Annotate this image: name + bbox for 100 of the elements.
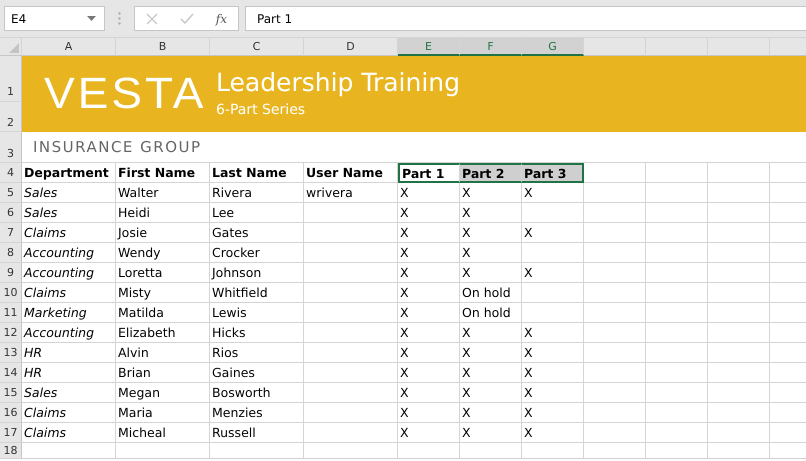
row-header[interactable]: 15 xyxy=(0,383,22,403)
empty-cell[interactable] xyxy=(584,183,646,203)
empty-cell[interactable] xyxy=(646,343,708,363)
empty-cell[interactable] xyxy=(304,323,398,343)
empty-cell[interactable] xyxy=(646,263,708,283)
empty-cell[interactable] xyxy=(584,323,646,343)
empty-cell[interactable] xyxy=(646,183,708,203)
row-header[interactable]: 2 xyxy=(0,102,22,132)
empty-cell[interactable] xyxy=(708,183,770,203)
empty-cell[interactable] xyxy=(708,323,770,343)
empty-cell[interactable] xyxy=(304,223,398,243)
empty-cell[interactable] xyxy=(584,203,646,223)
empty-cell[interactable] xyxy=(584,283,646,303)
column-header[interactable] xyxy=(584,38,646,56)
row-header[interactable]: 7 xyxy=(0,223,22,243)
formula-bar[interactable]: Part 1 xyxy=(245,6,806,31)
column-header[interactable] xyxy=(708,38,770,56)
column-header[interactable] xyxy=(646,38,708,56)
column-header[interactable]: C xyxy=(210,38,304,56)
column-header[interactable]: F xyxy=(460,38,522,56)
empty-cell[interactable] xyxy=(646,243,708,263)
empty-cell[interactable] xyxy=(646,403,708,423)
row-header[interactable]: 12 xyxy=(0,323,22,343)
empty-cell[interactable] xyxy=(708,343,770,363)
row-header[interactable]: 5 xyxy=(0,183,22,203)
caret-icon[interactable] xyxy=(87,16,96,21)
row-header[interactable]: 9 xyxy=(0,263,22,283)
header-cell[interactable]: Part 1 xyxy=(398,163,460,183)
empty-cell[interactable] xyxy=(304,243,398,263)
header-cell[interactable]: First Name xyxy=(116,163,210,183)
select-all-icon[interactable] xyxy=(9,43,19,53)
row-header[interactable]: 18 xyxy=(0,443,22,459)
header-cell[interactable]: Last Name xyxy=(210,163,304,183)
empty-cell[interactable] xyxy=(304,263,398,283)
row-header[interactable]: 4 xyxy=(0,163,22,183)
empty-cell[interactable] xyxy=(584,383,646,403)
empty-cell[interactable] xyxy=(708,383,770,403)
row-header[interactable]: 16 xyxy=(0,403,22,423)
empty-cell[interactable] xyxy=(304,423,398,443)
empty-cell[interactable] xyxy=(304,203,398,223)
empty-cell[interactable] xyxy=(708,303,770,323)
empty-cell[interactable] xyxy=(708,263,770,283)
empty-cell[interactable] xyxy=(210,443,304,459)
empty-cell[interactable] xyxy=(646,283,708,303)
empty-cell[interactable] xyxy=(522,303,584,323)
insert-function-button[interactable]: fx xyxy=(216,12,228,26)
row-header[interactable]: 13 xyxy=(0,343,22,363)
row-header[interactable]: 3 xyxy=(0,132,22,163)
empty-cell[interactable] xyxy=(646,163,708,183)
empty-cell[interactable] xyxy=(304,383,398,403)
name-box[interactable]: E4 xyxy=(4,6,105,31)
empty-cell[interactable] xyxy=(584,403,646,423)
empty-cell[interactable] xyxy=(646,423,708,443)
empty-cell[interactable] xyxy=(708,423,770,443)
empty-cell[interactable] xyxy=(708,443,770,459)
empty-cell[interactable] xyxy=(522,243,584,263)
row-header[interactable]: 8 xyxy=(0,243,22,263)
empty-cell[interactable] xyxy=(646,383,708,403)
empty-cell[interactable] xyxy=(646,223,708,243)
empty-cell[interactable] xyxy=(460,443,522,459)
empty-cell[interactable] xyxy=(708,283,770,303)
column-header[interactable]: D xyxy=(304,38,398,56)
empty-cell[interactable] xyxy=(708,203,770,223)
empty-cell[interactable] xyxy=(708,363,770,383)
header-cell[interactable]: Department xyxy=(22,163,116,183)
empty-cell[interactable] xyxy=(584,263,646,283)
empty-cell[interactable] xyxy=(646,303,708,323)
empty-cell[interactable] xyxy=(646,363,708,383)
row-header[interactable]: 11 xyxy=(0,303,22,323)
empty-cell[interactable] xyxy=(522,283,584,303)
row-header[interactable]: 17 xyxy=(0,423,22,443)
row-header[interactable]: 10 xyxy=(0,283,22,303)
column-header[interactable]: B xyxy=(116,38,210,56)
header-cell[interactable]: Part 2 xyxy=(460,163,522,183)
empty-cell[interactable] xyxy=(584,443,646,459)
empty-cell[interactable] xyxy=(304,303,398,323)
column-header[interactable]: A xyxy=(22,38,116,56)
row-header[interactable]: 14 xyxy=(0,363,22,383)
column-header[interactable]: G xyxy=(522,38,584,56)
empty-cell[interactable] xyxy=(584,243,646,263)
empty-cell[interactable] xyxy=(522,203,584,223)
empty-cell[interactable] xyxy=(304,443,398,459)
header-cell[interactable]: Part 3 xyxy=(522,163,584,183)
empty-cell[interactable] xyxy=(708,243,770,263)
empty-cell[interactable] xyxy=(646,443,708,459)
empty-cell[interactable] xyxy=(522,443,584,459)
empty-cell[interactable] xyxy=(584,423,646,443)
empty-cell[interactable] xyxy=(116,443,210,459)
row-header[interactable]: 6 xyxy=(0,203,22,223)
column-header[interactable]: E xyxy=(398,38,460,56)
empty-cell[interactable] xyxy=(708,403,770,423)
empty-cell[interactable] xyxy=(304,343,398,363)
empty-cell[interactable] xyxy=(584,223,646,243)
empty-cell[interactable] xyxy=(304,403,398,423)
empty-cell[interactable] xyxy=(646,203,708,223)
empty-cell[interactable] xyxy=(584,343,646,363)
empty-cell[interactable] xyxy=(398,443,460,459)
empty-cell[interactable] xyxy=(708,223,770,243)
empty-cell[interactable] xyxy=(304,363,398,383)
empty-cell[interactable] xyxy=(584,363,646,383)
